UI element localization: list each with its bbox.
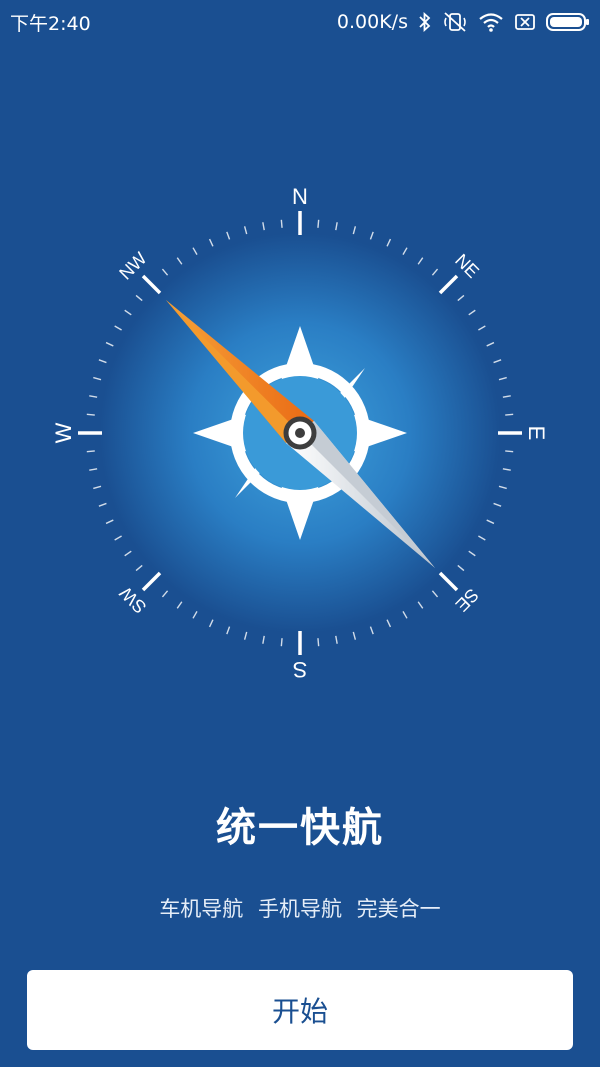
compass-minor-tick [335,635,338,644]
compass-minor-tick [93,485,102,490]
compass-minor-tick [369,231,374,240]
compass-minor-tick [498,376,507,381]
compass-minor-tick [161,268,169,276]
status-bar: 下午2:40 0.00K/s [0,0,600,44]
bluetooth-icon [418,12,432,32]
compass-minor-tick [86,450,95,453]
compass-minor-tick [468,550,476,557]
compass-minor-tick [352,631,357,640]
compass-minor-tick [457,564,465,572]
wifi-icon [478,12,504,32]
app-title: 统一快航 [216,805,384,851]
compass-minor-tick [135,564,143,572]
compass-minor-tick [280,219,283,228]
compass-minor-tick [262,635,265,644]
compass-minor-tick [192,247,198,255]
compass-minor-tick [369,626,374,635]
compass-minor-tick [486,341,495,347]
compass-minor-tick [386,619,392,628]
compass-minor-tick [317,219,320,228]
compass-minor-tick [124,309,132,316]
compass-minor-tick [208,619,214,628]
compass-minor-tick [335,222,338,231]
start-button[interactable]: 开始 [27,970,573,1050]
compass-minor-tick [114,535,122,541]
compass-minor-tick [431,268,439,276]
battery-icon [546,12,590,32]
network-speed: 0.00K/s [336,11,408,33]
compass-minor-tick [243,631,248,640]
app-subtitle: 车机导航 手机导航 完美合一 [159,897,441,921]
compass-minor-tick [208,238,214,247]
compass-minor-tick [468,309,476,316]
compass-minor-tick [417,257,424,265]
compass-minor-tick [176,601,183,609]
compass-major-tick [438,274,459,295]
compass-minor-tick [502,468,511,471]
compass-minor-tick [262,222,265,231]
compass-minor-tick [402,247,408,255]
compass-minor-tick [505,413,514,416]
direction-s: S [293,657,308,682]
sim-off-icon [514,12,536,32]
compass-minor-tick [493,359,502,364]
compass-minor-tick [402,611,408,619]
compass-major-tick [141,274,162,295]
compass-minor-tick [478,535,486,541]
compass-minor-tick [226,231,231,240]
compass-minor-tick [280,638,283,647]
compass-minor-tick [457,294,465,302]
silent-icon [442,11,468,33]
status-indicators: 0.00K/s [337,11,590,33]
direction-w: W [51,422,76,443]
compass-major-tick [438,571,459,592]
compass-minor-tick [124,550,132,557]
compass-minor-tick [89,395,98,398]
compass-minor-tick [352,226,357,235]
compass-graphic: N NE E SE S SW W NW [40,173,560,693]
compass-minor-tick [505,450,514,453]
compass-minor-tick [86,413,95,416]
compass-minor-tick [493,502,502,507]
compass-minor-tick [135,294,143,302]
direction-n: N [292,184,308,209]
compass-minor-tick [498,485,507,490]
compass-svg: N NE E SE S SW W NW [51,184,549,682]
compass-minor-tick [161,590,169,598]
compass-minor-tick [89,468,98,471]
compass-minor-tick [317,638,320,647]
compass-minor-tick [486,519,495,525]
status-time: 下午2:40 [10,12,91,35]
compass-major-tick [141,571,162,592]
compass-minor-tick [192,611,198,619]
compass-minor-tick [114,325,122,331]
compass-minor-tick [386,238,392,247]
compass-minor-tick [478,325,486,331]
direction-e: E [524,426,549,441]
compass-minor-tick [93,376,102,381]
compass-minor-tick [243,226,248,235]
compass-minor-tick [98,359,107,364]
compass-minor-tick [431,590,439,598]
compass-minor-tick [105,341,114,347]
compass-minor-tick [417,601,424,609]
compass-minor-tick [105,519,114,525]
compass-minor-tick [502,395,511,398]
compass-minor-tick [98,502,107,507]
compass-minor-tick [176,257,183,265]
compass-minor-tick [226,626,231,635]
